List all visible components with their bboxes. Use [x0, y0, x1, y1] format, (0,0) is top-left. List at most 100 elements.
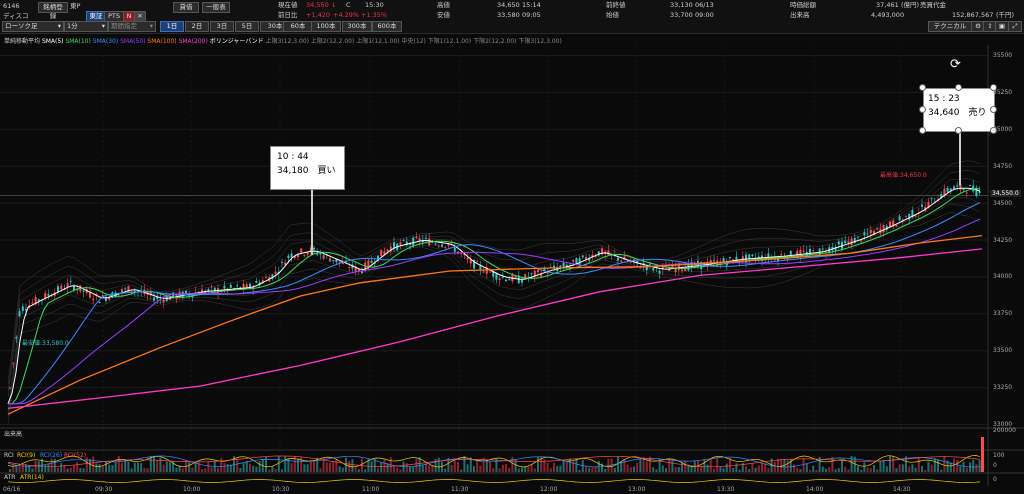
- trade-callout-buy[interactable]: 10 : 44 34,180 買い: [270, 146, 345, 190]
- rci-panel-label: RCI: [4, 452, 14, 459]
- period-button[interactable]: 600本: [372, 21, 402, 32]
- volume-bar: [364, 469, 367, 472]
- window-icon[interactable]: ▣: [995, 21, 1009, 32]
- candle-body: [441, 244, 443, 247]
- turnover-label: 売買代金: [920, 1, 946, 9]
- volume-bar: [37, 461, 40, 472]
- volume-bar: [357, 469, 360, 472]
- chart-type-select[interactable]: ローソク足 ▾: [2, 21, 64, 32]
- volume-bar: [889, 456, 891, 472]
- resize-handle[interactable]: [919, 127, 926, 134]
- volume-bar: [159, 457, 162, 472]
- volume-bar: [146, 468, 149, 472]
- price-chart[interactable]: [0, 45, 1024, 486]
- rci-legend-item: RCI(9): [17, 452, 36, 459]
- candle-body: [412, 237, 415, 247]
- candle-body: [921, 204, 923, 207]
- header-bar: 6146 ディスコ 銘柄登録 東P 東証 PTS N ✕ 貸借 一般表 ローソク…: [0, 0, 1024, 34]
- volume-bar: [457, 461, 459, 472]
- volume-bar: [661, 465, 664, 472]
- volume-bar: [655, 469, 658, 472]
- callout-sell-text: 34,640 売り: [928, 108, 987, 118]
- volume-bar: [933, 458, 936, 472]
- resize-handle[interactable]: [955, 127, 962, 134]
- candle-body: [255, 281, 258, 283]
- volume-bar: [505, 463, 507, 472]
- volume-panel-label: 出来高: [4, 431, 23, 438]
- volume-bar: [101, 466, 104, 472]
- volume-bar: [60, 463, 63, 472]
- interval-select[interactable]: 1分 ▾: [64, 21, 108, 32]
- resize-handle[interactable]: [955, 84, 962, 91]
- period-button[interactable]: 60本: [283, 21, 313, 32]
- candle-body: [943, 188, 946, 196]
- y-tick-label: 34750: [993, 162, 1013, 170]
- candle-body: [453, 247, 456, 252]
- resize-handle[interactable]: [919, 84, 926, 91]
- resize-handle[interactable]: [919, 106, 926, 113]
- volume-bar: [373, 459, 376, 472]
- candle-body: [617, 257, 619, 261]
- period-button[interactable]: 100本: [311, 21, 341, 32]
- mcap-unit: (億円): [901, 1, 920, 9]
- high-value: 34,650: [497, 1, 520, 9]
- period-button[interactable]: 3日: [210, 21, 234, 32]
- volume-bar: [441, 461, 443, 472]
- volume-bar: [351, 459, 354, 472]
- candle-body: [962, 189, 965, 190]
- candle-body: [399, 242, 402, 245]
- volume-bar: [629, 467, 632, 472]
- period-button[interactable]: 2日: [185, 21, 209, 32]
- volume-bar: [335, 459, 338, 472]
- volume-bar: [249, 463, 251, 472]
- candle-body: [498, 278, 501, 281]
- volume-bar: [53, 458, 56, 472]
- legend-item: SMA(10): [63, 38, 91, 45]
- candle-body: [905, 215, 907, 217]
- volume-bar: [111, 465, 114, 472]
- callout-buy-text: 34,180 買い: [277, 166, 336, 176]
- volume-bar: [802, 458, 805, 472]
- volume-bar: [73, 465, 75, 472]
- x-tick-label: 12:00: [540, 486, 558, 493]
- maximize-icon[interactable]: ⤢: [1008, 21, 1022, 32]
- volume-bar: [15, 466, 18, 472]
- volume-bar: [626, 464, 629, 472]
- volume-bar: [303, 464, 306, 472]
- period-button[interactable]: 5日: [235, 21, 259, 32]
- mcap-value: 37,461: [876, 1, 899, 9]
- candle-body: [681, 269, 683, 271]
- period-button[interactable]: 1日: [160, 21, 184, 32]
- volume-bar: [463, 456, 466, 472]
- bollinger-band: [7, 178, 981, 397]
- y-tick-label: 34250: [993, 236, 1013, 244]
- volume-bar: [415, 458, 418, 472]
- candle-body: [847, 241, 850, 243]
- register-button[interactable]: 銘柄登録: [38, 2, 68, 20]
- min-price-marker: 最安値:33,580.0: [22, 340, 69, 347]
- period-select[interactable]: 期間指定 ▾: [108, 21, 156, 32]
- rotate-icon[interactable]: ⟳: [950, 57, 961, 72]
- volume-bar: [95, 463, 98, 472]
- volume-bar: [21, 464, 24, 472]
- volume-bar: [57, 467, 59, 472]
- lending-button[interactable]: 貸借: [173, 2, 199, 13]
- technical-button[interactable]: テクニカル: [928, 21, 972, 32]
- volume-bar: [645, 461, 648, 472]
- low-time: 09:05: [522, 11, 541, 19]
- candle-body: [274, 271, 277, 274]
- trade-callout-sell[interactable]: 15 : 23 34,640 売り: [923, 88, 995, 132]
- volume-bar: [738, 469, 741, 472]
- candle-body: [47, 293, 50, 296]
- candle-body: [812, 250, 815, 252]
- candle-body: [780, 254, 783, 256]
- resize-handle[interactable]: [990, 106, 997, 113]
- volume-bar: [671, 460, 674, 472]
- candle-body: [21, 306, 24, 311]
- volume-bar: [517, 468, 520, 472]
- volume-bar: [82, 468, 85, 472]
- period-button[interactable]: 300本: [342, 21, 372, 32]
- volume-bar: [841, 459, 843, 472]
- general-button[interactable]: 一般表: [202, 2, 230, 13]
- volume-bar: [89, 459, 91, 472]
